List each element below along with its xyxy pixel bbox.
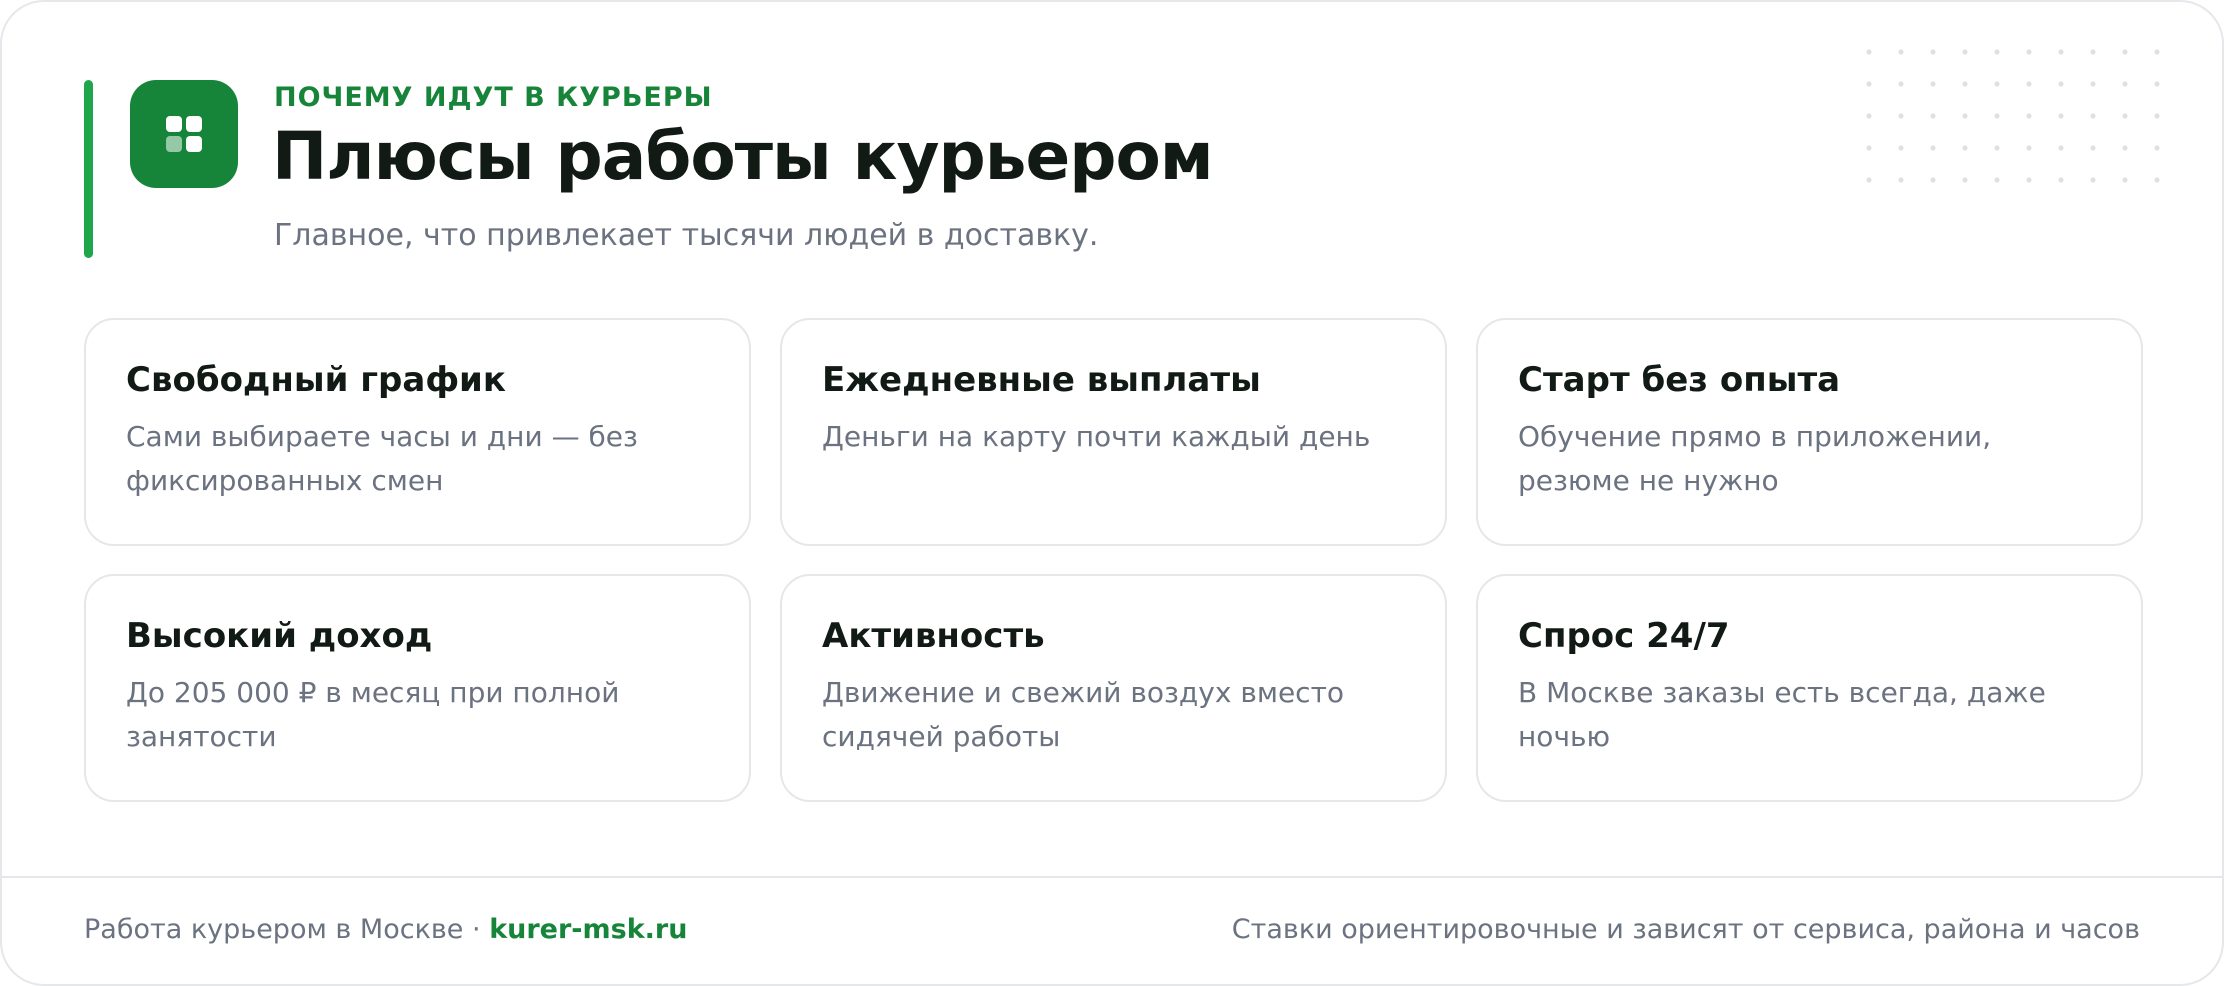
benefit-title: Свободный график: [126, 360, 506, 400]
page-subtitle: Главное, что привлекает тысячи людей в д…: [274, 218, 1099, 253]
benefit-title: Старт без опыта: [1518, 360, 1841, 400]
benefits-card: ПОЧЕМУ ИДУТ В КУРЬЕРЫ Плюсы работы курье…: [0, 0, 2224, 986]
benefit-card-no-experience: Старт без опыта Обучение прямо в приложе…: [1476, 318, 2143, 546]
page-title: Плюсы работы курьером: [272, 118, 1214, 195]
benefit-card-income: Высокий доход До 205 000 ₽ в месяц при п…: [84, 574, 751, 802]
site-link[interactable]: kurer-msk.ru: [489, 914, 687, 945]
benefit-card-schedule: Свободный график Сами выбираете часы и д…: [84, 318, 751, 546]
benefit-description: Движение и свежий воздух вместо сидячей …: [822, 675, 1345, 753]
benefit-title: Ежедневные выплаты: [822, 360, 1261, 400]
footer-divider: [2, 876, 2222, 878]
benefit-description: Обучение прямо в приложении, резюме не н…: [1518, 419, 1992, 497]
benefit-description: Деньги на карту почти каждый день: [822, 419, 1371, 453]
dot-pattern-decoration: [1866, 49, 2160, 183]
benefit-card-activity: Активность Движение и свежий воздух вмес…: [780, 574, 1447, 802]
benefit-description: В Москве заказы есть всегда, даже ночью: [1518, 675, 2046, 753]
footer-left: Работа курьером в Москве · kurer-msk.ru: [84, 914, 687, 945]
benefits-grid: Свободный график Сами выбираете часы и д…: [84, 318, 2144, 802]
benefit-title: Активность: [822, 616, 1045, 656]
accent-bar: [84, 80, 93, 258]
eyebrow-label: ПОЧЕМУ ИДУТ В КУРЬЕРЫ: [274, 82, 713, 113]
footer-location-text: Работа курьером в Москве: [84, 914, 464, 945]
benefit-card-payouts: Ежедневные выплаты Деньги на карту почти…: [780, 318, 1447, 546]
benefit-title: Спрос 24/7: [1518, 616, 1730, 656]
logo-tile: [130, 80, 238, 188]
benefit-title: Высокий доход: [126, 616, 433, 656]
grid-icon: [166, 116, 202, 152]
footer-separator: ·: [472, 914, 481, 945]
benefit-card-demand: Спрос 24/7 В Москве заказы есть всегда, …: [1476, 574, 2143, 802]
benefit-description: Сами выбираете часы и дни — без фиксиров…: [126, 419, 638, 497]
benefit-description: До 205 000 ₽ в месяц при полной занятост…: [126, 675, 620, 753]
footer-disclaimer: Ставки ориентировочные и зависят от серв…: [1231, 914, 2140, 945]
